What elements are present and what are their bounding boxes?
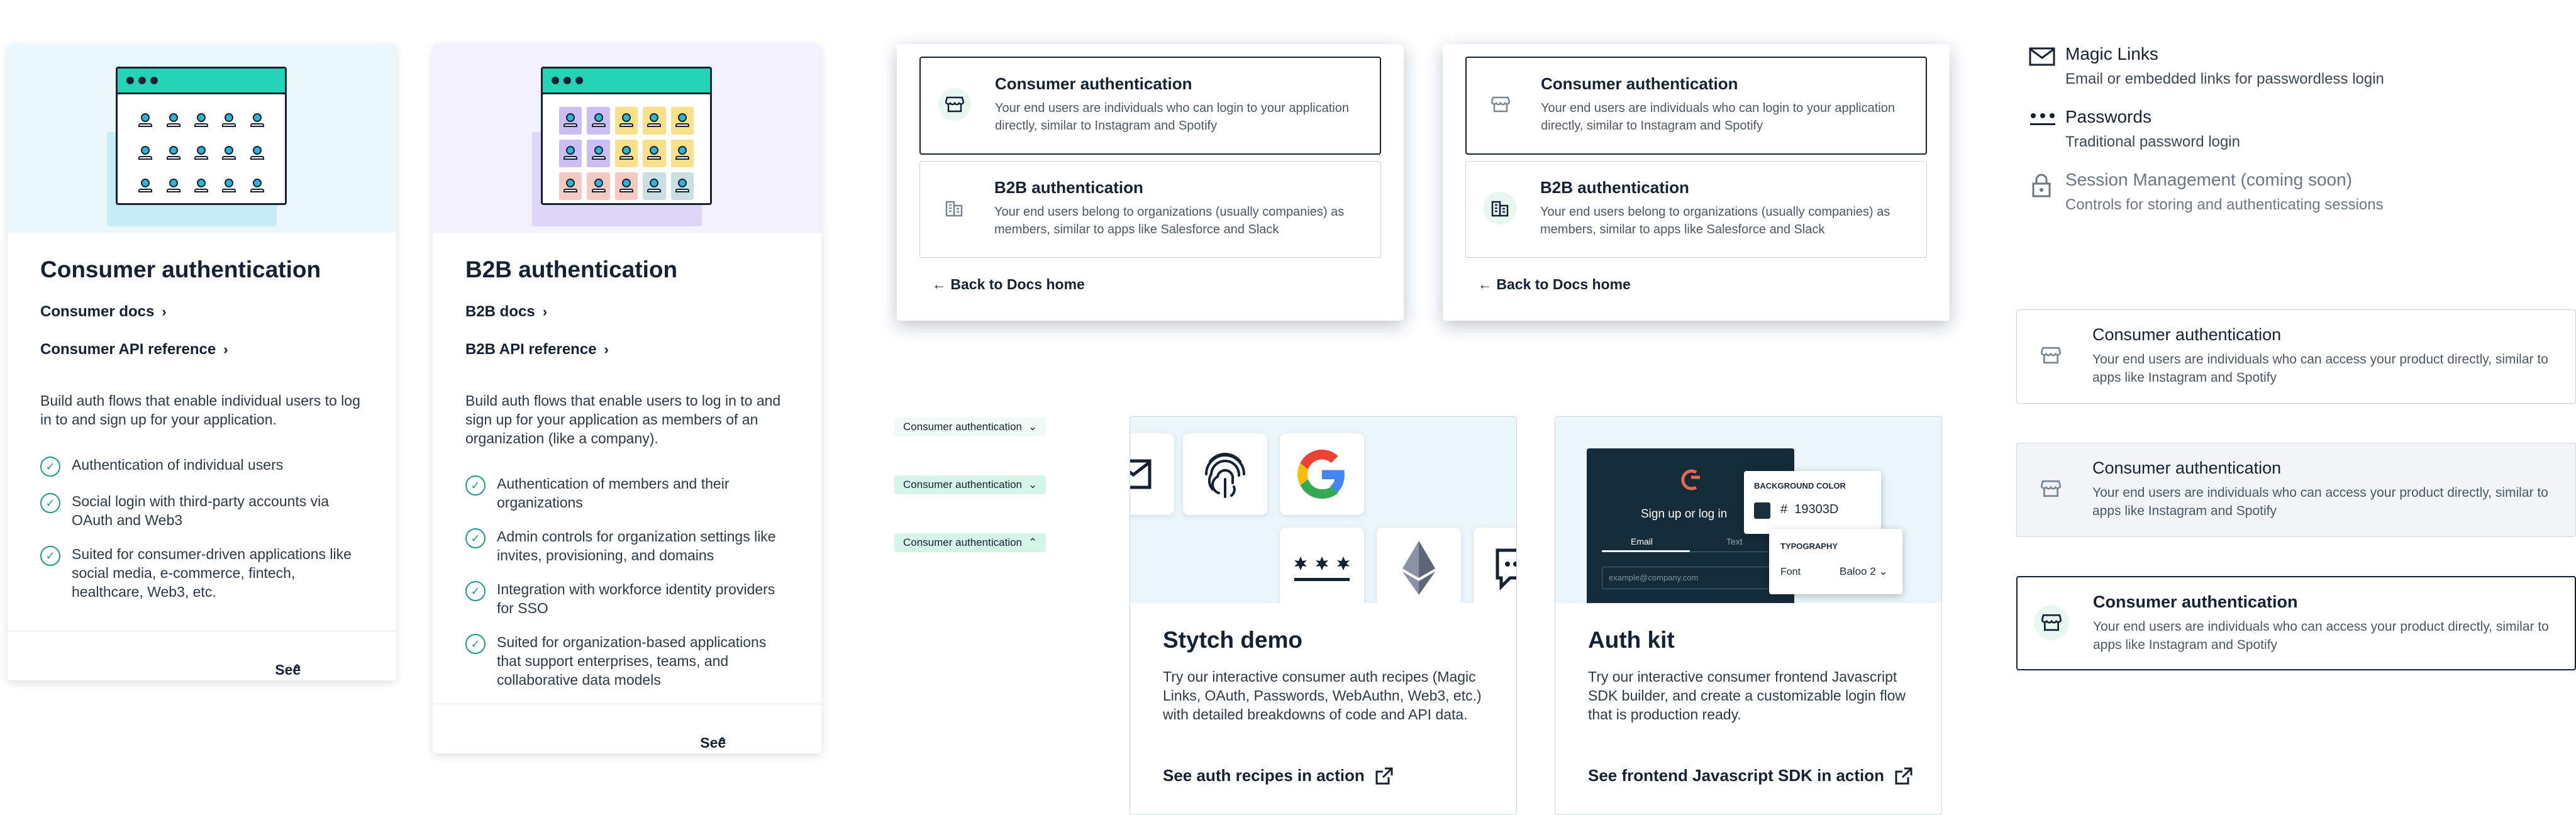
chevron-up-icon: ⌃: [291, 662, 303, 678]
auth-kit-illustration: Sign up or log in Email Text example@com…: [1555, 417, 1941, 603]
b2b-docs-link[interactable]: B2B docs ›: [465, 303, 789, 321]
building-icon: [1484, 192, 1516, 225]
chevron-down-icon: ⌄: [1028, 421, 1038, 433]
store-icon: [2033, 471, 2068, 506]
consumer-option-hover[interactable]: Consumer authentication Your end users a…: [2016, 443, 2576, 537]
b2b-option[interactable]: B2B authentication Your end users belong…: [919, 161, 1381, 258]
stytch-logo-icon: [1681, 469, 1700, 491]
chevron-right-icon: ›: [542, 304, 548, 319]
ethereum-icon: [1377, 528, 1461, 603]
consumer-illustration: [8, 44, 396, 233]
google-icon: [1280, 433, 1364, 515]
card-description: Build auth flows that enable users to lo…: [465, 392, 781, 446]
auth-type-pill-default[interactable]: Consumer authentication ⌄: [894, 418, 1046, 436]
store-icon: [2034, 605, 2069, 640]
background-color-panel: BACKGROUND COLOR # 19303D: [1744, 471, 1881, 534]
color-hex-input[interactable]: # 19303D: [1780, 502, 1838, 517]
auth-kit-card[interactable]: Sign up or log in Email Text example@com…: [1555, 416, 1942, 815]
card-description: Try our interactive consumer frontend Ja…: [1588, 668, 1906, 723]
fingerprint-icon: [1183, 433, 1267, 515]
store-icon: [938, 88, 971, 121]
tab-text[interactable]: Text: [1726, 536, 1743, 546]
see-auth-recipes-link[interactable]: See auth recipes in action: [1163, 766, 1394, 785]
list-item: ✓ Authentication of members and their org…: [465, 474, 789, 512]
email-input[interactable]: example@company.com: [1602, 567, 1779, 589]
card-title: Consumer authentication: [40, 257, 321, 282]
consumer-product-card: Consumer authentication Consumer docs › C…: [8, 44, 396, 680]
lock-icon: [2032, 174, 2051, 197]
card-description: Build auth flows that enable individual …: [40, 392, 360, 428]
consumer-docs-link[interactable]: Consumer docs ›: [40, 303, 364, 321]
card-title: B2B authentication: [465, 257, 678, 282]
password-icon: [1280, 528, 1364, 603]
list-item: ✓ Authentication of individual users: [40, 455, 364, 477]
chevron-up-icon: ⌃: [716, 735, 728, 751]
store-icon: [1484, 88, 1517, 121]
b2b-api-reference-link[interactable]: B2B API reference ›: [465, 341, 789, 358]
check-circle-icon: ✓: [40, 457, 60, 477]
check-circle-icon: ✓: [465, 528, 486, 548]
consumer-option[interactable]: Consumer authentication Your end users a…: [919, 57, 1381, 155]
arrow-left-icon: ←: [1478, 276, 1492, 292]
list-item: ✓ Social login with third-party accounts …: [40, 492, 364, 529]
check-circle-icon: ✓: [40, 546, 60, 566]
chevron-up-icon: ⌃: [1028, 536, 1038, 548]
chevron-down-icon: ⌄: [1028, 479, 1038, 491]
card-title: Stytch demo: [1163, 627, 1303, 653]
external-link-icon: [1895, 767, 1913, 784]
mail-icon: [1130, 433, 1174, 515]
chat-icon: [1474, 528, 1516, 603]
font-select[interactable]: Baloo 2 ⌄: [1840, 565, 1888, 578]
check-circle-icon: ✓: [40, 493, 60, 513]
stytch-demo-card[interactable]: Stytch demo Try our interactive consumer…: [1130, 416, 1517, 815]
consumer-api-reference-link[interactable]: Consumer API reference ›: [40, 341, 364, 358]
see-javascript-sdk-link[interactable]: See frontend Javascript SDK in action: [1588, 766, 1913, 785]
consumer-option-default[interactable]: Consumer authentication Your end users a…: [2016, 309, 2576, 404]
external-link-icon: [1375, 767, 1393, 784]
card-footer: See less ⌃: [433, 704, 821, 753]
b2b-product-card: B2B authentication B2B docs › B2B API ref…: [433, 44, 821, 753]
building-icon: [938, 192, 970, 225]
chevron-right-icon: ›: [223, 341, 228, 357]
check-circle-icon: ✓: [465, 475, 486, 496]
chevron-right-icon: ›: [162, 304, 167, 319]
list-item: ✓ Suited for consumer-driven applications…: [40, 545, 364, 601]
auth-methods-illustration: [1130, 417, 1516, 603]
typography-panel: TYPOGRAPHY Font Baloo 2 ⌄: [1769, 529, 1902, 594]
chevron-down-icon: ⌄: [1879, 565, 1888, 577]
check-circle-icon: ✓: [465, 581, 486, 601]
password-dots-icon: [2030, 113, 2055, 125]
consumer-option[interactable]: Consumer authentication Your end users a…: [1465, 57, 1927, 155]
chevron-right-icon: ›: [604, 341, 609, 357]
color-swatch[interactable]: [1754, 502, 1770, 519]
back-to-docs-link[interactable]: ← Back to Docs home: [932, 276, 1085, 293]
auth-type-pill-hover[interactable]: Consumer authentication ⌄: [894, 475, 1046, 494]
b2b-option[interactable]: B2B authentication Your end users belong…: [1465, 161, 1927, 258]
auth-type-pill-open[interactable]: Consumer authentication ⌃: [894, 533, 1046, 552]
card-footer: See less ⌃: [8, 631, 396, 680]
list-item: ✓ Integration with workforce identity pro…: [465, 580, 789, 618]
consumer-option-selected[interactable]: Consumer authentication Your end users a…: [2016, 576, 2576, 670]
store-icon: [2033, 338, 2068, 373]
arrow-left-icon: ←: [932, 276, 947, 292]
b2b-illustration: [433, 44, 821, 233]
card-title: Auth kit: [1588, 627, 1675, 653]
auth-selector-modal: Consumer authentication Your end users a…: [897, 44, 1404, 321]
list-item: ✓ Admin controls for organization setting…: [465, 527, 789, 565]
tab-email[interactable]: Email: [1631, 536, 1653, 546]
list-item: ✓ Suited for organization-based applicati…: [465, 633, 789, 689]
card-description: Try our interactive consumer auth recipe…: [1163, 668, 1482, 723]
mail-icon: [2029, 47, 2055, 66]
back-to-docs-link[interactable]: ← Back to Docs home: [1478, 276, 1631, 293]
check-circle-icon: ✓: [465, 634, 486, 654]
auth-selector-modal: Consumer authentication Your end users a…: [1443, 44, 1950, 321]
signup-title: Sign up or log in: [1641, 507, 1728, 521]
